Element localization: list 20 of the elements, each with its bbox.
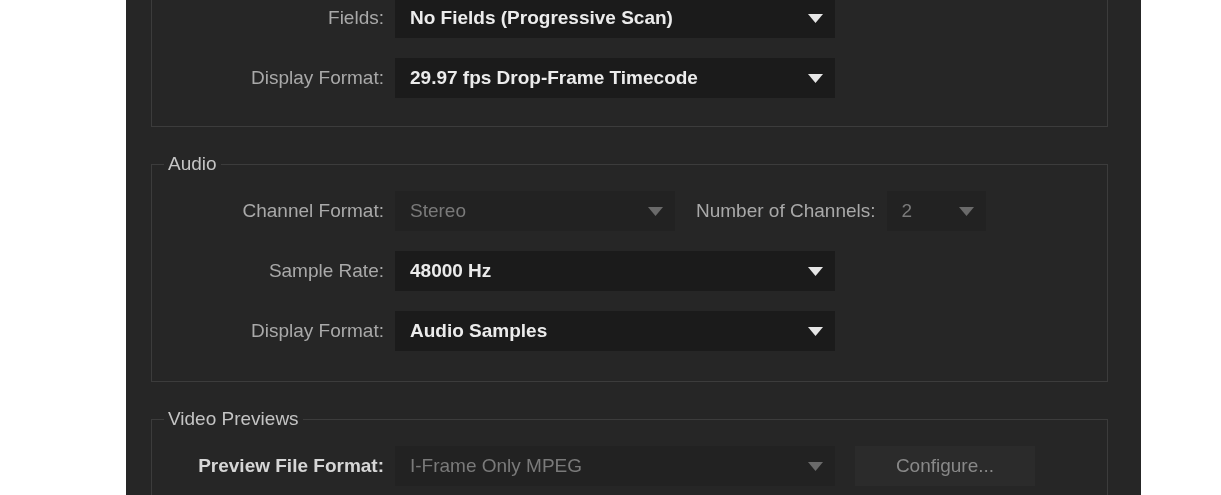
caret-icon	[808, 266, 823, 276]
dropdown[interactable]: No Fields (Progressive Scan)	[395, 0, 835, 38]
caret-icon	[808, 461, 823, 471]
caret-icon	[648, 206, 663, 216]
dropdown[interactable]: 48000 Hz	[395, 251, 835, 291]
field-label: Display Format:	[249, 320, 385, 342]
dropdown[interactable]: Audio Samples	[395, 311, 835, 351]
field-label: Channel Format:	[241, 200, 385, 222]
field-label: Display Format:	[249, 67, 385, 89]
field-label: Sample Rate:	[267, 260, 385, 282]
caret-icon	[808, 73, 823, 83]
caret-icon	[958, 206, 974, 216]
field-label: Number of Channels:	[696, 200, 876, 222]
dropdown[interactable]: 29.97 fps Drop-Frame Timecode	[395, 58, 835, 98]
field-label: Preview File Format:	[197, 455, 385, 477]
caret-icon	[808, 13, 823, 23]
group-title: Audio	[167, 153, 218, 175]
caret-icon	[808, 326, 823, 336]
field-label: Fields:	[327, 7, 385, 29]
group-title: Video Previews	[167, 408, 300, 430]
